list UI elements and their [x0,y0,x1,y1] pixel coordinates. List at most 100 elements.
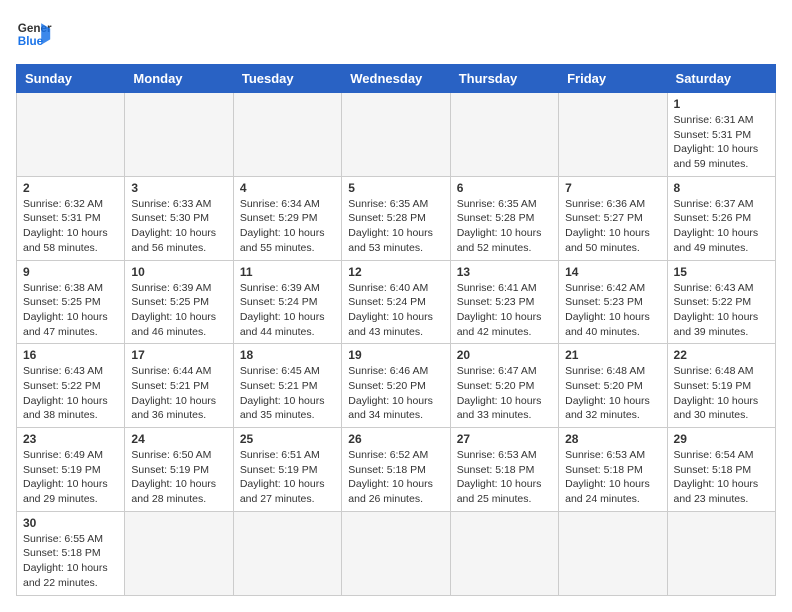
calendar-cell [667,511,775,595]
day-info: Sunrise: 6:36 AM Sunset: 5:27 PM Dayligh… [565,197,660,256]
day-number: 27 [457,432,552,446]
calendar-cell [125,511,233,595]
calendar-cell: 11Sunrise: 6:39 AM Sunset: 5:24 PM Dayli… [233,260,341,344]
day-number: 7 [565,181,660,195]
calendar-week-row: 2 Sunrise: 6:32 AM Sunset: 5:31 PM Daylig… [17,176,776,260]
calendar-cell: 17 Sunrise: 6:44 AM Sunset: 5:21 PM Dayli… [125,344,233,428]
weekday-header-wednesday: Wednesday [342,65,450,93]
calendar-cell: 2 Sunrise: 6:32 AM Sunset: 5:31 PM Daylig… [17,176,125,260]
calendar-cell: 23 Sunrise: 6:49 AM Sunset: 5:19 PM Dayli… [17,428,125,512]
day-info: Sunrise: 6:52 AM Sunset: 5:18 PM Dayligh… [348,448,443,507]
day-info: Sunrise: 6:49 AM Sunset: 5:19 PM Dayligh… [23,448,118,507]
day-number: 17 [131,348,226,362]
day-number: 11 [240,265,335,279]
day-info: Sunrise: 6:33 AM Sunset: 5:30 PM Dayligh… [131,197,226,256]
day-number: 22 [674,348,769,362]
day-number: 6 [457,181,552,195]
day-number: 28 [565,432,660,446]
calendar-cell: 6Sunrise: 6:35 AM Sunset: 5:28 PM Daylig… [450,176,558,260]
logo-icon: General Blue [16,16,52,52]
day-info: Sunrise: 6:45 AM Sunset: 5:21 PM Dayligh… [240,364,335,423]
day-number: 2 [23,181,118,195]
day-info: Sunrise: 6:55 AM Sunset: 5:18 PM Dayligh… [23,532,118,591]
calendar-cell: 16 Sunrise: 6:43 AM Sunset: 5:22 PM Dayli… [17,344,125,428]
calendar-cell: 18 Sunrise: 6:45 AM Sunset: 5:21 PM Dayli… [233,344,341,428]
day-number: 3 [131,181,226,195]
weekday-header-thursday: Thursday [450,65,558,93]
day-info: Sunrise: 6:34 AM Sunset: 5:29 PM Dayligh… [240,197,335,256]
calendar-cell [450,93,558,177]
day-number: 13 [457,265,552,279]
calendar-cell [125,93,233,177]
calendar-cell [342,511,450,595]
day-number: 15 [674,265,769,279]
calendar-week-row: 16 Sunrise: 6:43 AM Sunset: 5:22 PM Dayli… [17,344,776,428]
weekday-header-saturday: Saturday [667,65,775,93]
calendar-cell: 8Sunrise: 6:37 AM Sunset: 5:26 PM Daylig… [667,176,775,260]
day-number: 1 [674,97,769,111]
weekday-header-friday: Friday [559,65,667,93]
calendar-cell [450,511,558,595]
calendar-cell: 26 Sunrise: 6:52 AM Sunset: 5:18 PM Dayli… [342,428,450,512]
calendar-cell: 22 Sunrise: 6:48 AM Sunset: 5:19 PM Dayli… [667,344,775,428]
day-info: Sunrise: 6:48 AM Sunset: 5:20 PM Dayligh… [565,364,660,423]
calendar: SundayMondayTuesdayWednesdayThursdayFrid… [16,64,776,596]
day-number: 5 [348,181,443,195]
svg-text:Blue: Blue [18,35,44,48]
day-number: 12 [348,265,443,279]
calendar-cell: 1Sunrise: 6:31 AM Sunset: 5:31 PM Daylig… [667,93,775,177]
calendar-cell: 28Sunrise: 6:53 AM Sunset: 5:18 PM Dayli… [559,428,667,512]
calendar-week-row: 30 Sunrise: 6:55 AM Sunset: 5:18 PM Dayli… [17,511,776,595]
day-info: Sunrise: 6:47 AM Sunset: 5:20 PM Dayligh… [457,364,552,423]
calendar-cell: 5 Sunrise: 6:35 AM Sunset: 5:28 PM Daylig… [342,176,450,260]
day-number: 9 [23,265,118,279]
day-info: Sunrise: 6:48 AM Sunset: 5:19 PM Dayligh… [674,364,769,423]
day-info: Sunrise: 6:53 AM Sunset: 5:18 PM Dayligh… [457,448,552,507]
day-number: 4 [240,181,335,195]
day-info: Sunrise: 6:32 AM Sunset: 5:31 PM Dayligh… [23,197,118,256]
calendar-cell: 14Sunrise: 6:42 AM Sunset: 5:23 PM Dayli… [559,260,667,344]
day-number: 8 [674,181,769,195]
calendar-cell [559,93,667,177]
weekday-header-tuesday: Tuesday [233,65,341,93]
day-number: 14 [565,265,660,279]
day-info: Sunrise: 6:50 AM Sunset: 5:19 PM Dayligh… [131,448,226,507]
day-info: Sunrise: 6:38 AM Sunset: 5:25 PM Dayligh… [23,281,118,340]
weekday-header-row: SundayMondayTuesdayWednesdayThursdayFrid… [17,65,776,93]
calendar-cell: 9 Sunrise: 6:38 AM Sunset: 5:25 PM Daylig… [17,260,125,344]
calendar-cell: 30 Sunrise: 6:55 AM Sunset: 5:18 PM Dayli… [17,511,125,595]
day-info: Sunrise: 6:35 AM Sunset: 5:28 PM Dayligh… [348,197,443,256]
day-number: 30 [23,516,118,530]
calendar-cell: 4 Sunrise: 6:34 AM Sunset: 5:29 PM Daylig… [233,176,341,260]
day-number: 24 [131,432,226,446]
calendar-cell: 21Sunrise: 6:48 AM Sunset: 5:20 PM Dayli… [559,344,667,428]
calendar-cell: 24 Sunrise: 6:50 AM Sunset: 5:19 PM Dayli… [125,428,233,512]
day-number: 19 [348,348,443,362]
day-info: Sunrise: 6:40 AM Sunset: 5:24 PM Dayligh… [348,281,443,340]
day-info: Sunrise: 6:39 AM Sunset: 5:25 PM Dayligh… [131,281,226,340]
day-info: Sunrise: 6:43 AM Sunset: 5:22 PM Dayligh… [23,364,118,423]
day-number: 26 [348,432,443,446]
calendar-cell: 19Sunrise: 6:46 AM Sunset: 5:20 PM Dayli… [342,344,450,428]
calendar-cell: 10Sunrise: 6:39 AM Sunset: 5:25 PM Dayli… [125,260,233,344]
calendar-cell [342,93,450,177]
calendar-cell: 29 Sunrise: 6:54 AM Sunset: 5:18 PM Dayli… [667,428,775,512]
calendar-cell: 27 Sunrise: 6:53 AM Sunset: 5:18 PM Dayli… [450,428,558,512]
day-number: 16 [23,348,118,362]
day-number: 18 [240,348,335,362]
day-info: Sunrise: 6:54 AM Sunset: 5:18 PM Dayligh… [674,448,769,507]
weekday-header-monday: Monday [125,65,233,93]
calendar-cell: 25Sunrise: 6:51 AM Sunset: 5:19 PM Dayli… [233,428,341,512]
day-number: 23 [23,432,118,446]
calendar-cell: 12 Sunrise: 6:40 AM Sunset: 5:24 PM Dayli… [342,260,450,344]
header: General Blue [16,16,776,52]
calendar-week-row: 23 Sunrise: 6:49 AM Sunset: 5:19 PM Dayli… [17,428,776,512]
day-info: Sunrise: 6:44 AM Sunset: 5:21 PM Dayligh… [131,364,226,423]
calendar-week-row: 1Sunrise: 6:31 AM Sunset: 5:31 PM Daylig… [17,93,776,177]
calendar-cell [559,511,667,595]
calendar-cell: 15Sunrise: 6:43 AM Sunset: 5:22 PM Dayli… [667,260,775,344]
day-number: 29 [674,432,769,446]
calendar-cell [233,511,341,595]
calendar-cell: 20Sunrise: 6:47 AM Sunset: 5:20 PM Dayli… [450,344,558,428]
day-number: 25 [240,432,335,446]
